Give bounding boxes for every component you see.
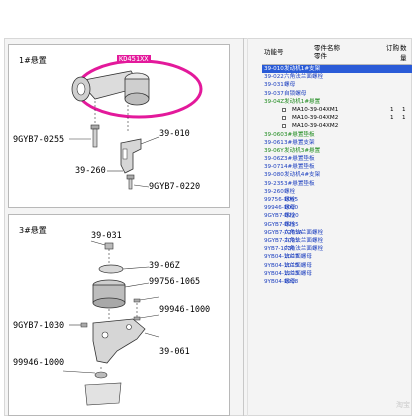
table-row[interactable]: 9YB04-1208 螺母 bbox=[262, 278, 412, 286]
header-name2: 零件 bbox=[314, 52, 327, 60]
row-code: 39-031 bbox=[264, 82, 284, 89]
table-row[interactable]: 9YB04-1007 法兰面螺母 bbox=[262, 253, 412, 261]
row-code: 39-06Y bbox=[264, 147, 284, 154]
parts-table: 功能号 零件名称 零件 订购 数量 39-010 发动机1#支架 39-022 六角法… bbox=[262, 40, 412, 286]
watermark: 淘宝 bbox=[396, 401, 410, 409]
callout-99756-1065: 99756-1065 bbox=[149, 277, 201, 287]
table-row[interactable]: 39-06Y 发动机3#悬置 bbox=[262, 147, 412, 155]
table-row[interactable]: 39-06Z 3#悬置垫板 bbox=[262, 155, 412, 163]
row-checkbox[interactable] bbox=[282, 124, 286, 129]
row-name: 螺栓 bbox=[284, 197, 296, 203]
table-row[interactable]: MA10-39-04XM1 1 1 bbox=[262, 106, 412, 114]
callout-39-061: 39-061 bbox=[159, 347, 190, 357]
callout-39-260: 39-260 bbox=[75, 166, 106, 176]
row-qty: 1 bbox=[390, 106, 394, 113]
row-code: 39-037 bbox=[264, 90, 284, 97]
table-header: 功能号 零件名称 零件 订购 数量 bbox=[262, 40, 412, 65]
row-qty2: 1 bbox=[402, 106, 406, 113]
row-name: 六角法兰面螺栓 bbox=[284, 229, 324, 236]
row-name: 3#悬置垫板 bbox=[284, 131, 315, 138]
row-code: 39-260 bbox=[264, 188, 284, 195]
row-name: 发动机1#悬置 bbox=[284, 98, 321, 105]
table-body: 39-010 发动机1#支架 39-022 六角法兰面螺栓 39-031 螺母 39-037… bbox=[262, 65, 412, 286]
row-name: 3#悬置垫板 bbox=[284, 156, 315, 163]
row-checkbox[interactable] bbox=[282, 116, 286, 121]
row-name: 3#悬置支架 bbox=[284, 139, 315, 146]
row-code: 39-06Z bbox=[264, 156, 285, 163]
table-row[interactable]: 9GYB7-0220 螺栓 bbox=[262, 212, 412, 220]
callout-9gyb7-0220: 9GYB7-0220 bbox=[149, 182, 201, 192]
row-name: 螺栓 bbox=[284, 188, 296, 195]
table-row[interactable]: 99946-1000 螺母 bbox=[262, 204, 412, 212]
table-row[interactable]: MA10-39-04XM2 bbox=[262, 122, 412, 130]
table-row[interactable]: 39-235 3#悬置垫板 bbox=[262, 180, 412, 188]
row-name: 自锁螺母 bbox=[284, 90, 307, 97]
table-row[interactable]: 9GYB7-0255 螺栓 bbox=[262, 221, 412, 229]
row-name: 螺母 bbox=[284, 205, 296, 212]
row-name: MA10-39-04XM2 bbox=[292, 115, 339, 122]
table-row[interactable]: 99756-1065 螺栓 bbox=[262, 196, 412, 204]
row-code: 39-022 bbox=[264, 74, 284, 81]
table-row[interactable]: 39-022 六角法兰面螺栓 bbox=[262, 73, 412, 81]
diagram-panel-3: 3#悬置 39-031 39-06Z 99756-1065 99946-1000… bbox=[8, 214, 230, 416]
row-name: MA10-39-04XM2 bbox=[292, 123, 339, 130]
callout-39-010: 39-010 bbox=[159, 129, 190, 139]
row-name: 螺栓 bbox=[284, 213, 296, 220]
row-qty2: 1 bbox=[402, 115, 406, 122]
row-name: 法兰面螺母 bbox=[284, 270, 312, 277]
table-row[interactable]: 39-260 螺栓 bbox=[262, 188, 412, 196]
table-row[interactable]: 9YB04-1203 法兰面螺母 bbox=[262, 270, 412, 278]
row-name: 4#悬置垫板 bbox=[284, 164, 315, 171]
row-name: 螺栓 bbox=[284, 221, 296, 228]
row-code: 39-061 bbox=[264, 139, 284, 146]
row-code: 39-060 bbox=[264, 131, 284, 138]
callout-39-031: 39-031 bbox=[91, 231, 122, 241]
table-row[interactable]: 39-060 3#悬置垫板 bbox=[262, 131, 412, 139]
splitter[interactable] bbox=[243, 38, 244, 416]
diagram-panel-1: 1#悬置 KD451XX 9GYB7-0255 39-010 39-260 9G… bbox=[8, 44, 230, 208]
row-checkbox[interactable] bbox=[282, 107, 286, 112]
table-row[interactable]: 9YB7-1030 六角法兰面螺栓 bbox=[262, 245, 412, 253]
callout-99946-1000-left: 99946-1000 bbox=[13, 358, 65, 368]
row-code: 39-010 bbox=[264, 66, 284, 72]
row-qty: 1 bbox=[390, 115, 394, 122]
row-name: MA10-39-04XM1 bbox=[292, 106, 339, 113]
row-name: 螺母 bbox=[284, 82, 296, 89]
callout-99946-1000-right: 99946-1000 bbox=[159, 305, 211, 315]
row-code: 39-080 bbox=[264, 172, 284, 179]
table-row[interactable]: 39-037 自锁螺母 bbox=[262, 90, 412, 98]
header-qty2: 数量 bbox=[400, 44, 407, 62]
callout-9gyb7-0255: 9GYB7-0255 bbox=[13, 135, 65, 145]
row-name: 螺母 bbox=[284, 278, 296, 285]
row-code: 39-071 bbox=[264, 164, 284, 171]
row-name: 六角法兰面螺栓 bbox=[284, 246, 324, 253]
header-code: 功能号 bbox=[264, 48, 284, 56]
callout-9gyb7-1030: 9GYB7-1030 bbox=[13, 321, 65, 331]
row-name: 3#悬置垫板 bbox=[284, 180, 315, 187]
table-row[interactable]: 39-010 发动机1#支架 bbox=[262, 65, 412, 74]
callout-39-06z: 39-06Z bbox=[149, 261, 180, 271]
table-row[interactable]: 39-04Z 发动机1#悬置 bbox=[262, 98, 412, 106]
row-name: 六角法兰面螺栓 bbox=[284, 74, 324, 81]
table-row[interactable]: 39-061 3#悬置支架 bbox=[262, 139, 412, 147]
row-name: 发动机1#支架 bbox=[284, 66, 321, 72]
splitter-edge bbox=[247, 38, 248, 416]
table-row[interactable]: 39-080 发动机4#支架 bbox=[262, 171, 412, 179]
part-tag: KD451XX bbox=[117, 55, 151, 63]
table-row[interactable]: 39-031 螺母 bbox=[262, 81, 412, 89]
row-name: 发动机3#悬置 bbox=[284, 147, 321, 154]
row-name: 法兰面螺母 bbox=[284, 262, 312, 269]
header-qty: 订购 bbox=[386, 44, 399, 52]
row-name: 法兰面螺母 bbox=[284, 254, 312, 261]
row-name: 发动机4#支架 bbox=[284, 172, 321, 179]
table-row[interactable]: 9YB04-1015 法兰面螺母 bbox=[262, 262, 412, 270]
table-row[interactable]: 39-071 4#悬置垫板 bbox=[262, 163, 412, 171]
table-row[interactable]: 9GYB7-1025 六角法兰面螺栓 bbox=[262, 237, 412, 245]
row-name: 六角法兰面螺栓 bbox=[284, 237, 324, 244]
table-row[interactable]: MA10-39-04XM2 1 1 bbox=[262, 114, 412, 122]
engine-mount-3-diagram bbox=[62, 240, 160, 406]
table-row[interactable]: 9GYB7-0255A 六角法兰面螺栓 bbox=[262, 229, 412, 237]
row-code: 39-04Z bbox=[264, 98, 285, 105]
row-code: 39-235 bbox=[264, 180, 284, 187]
